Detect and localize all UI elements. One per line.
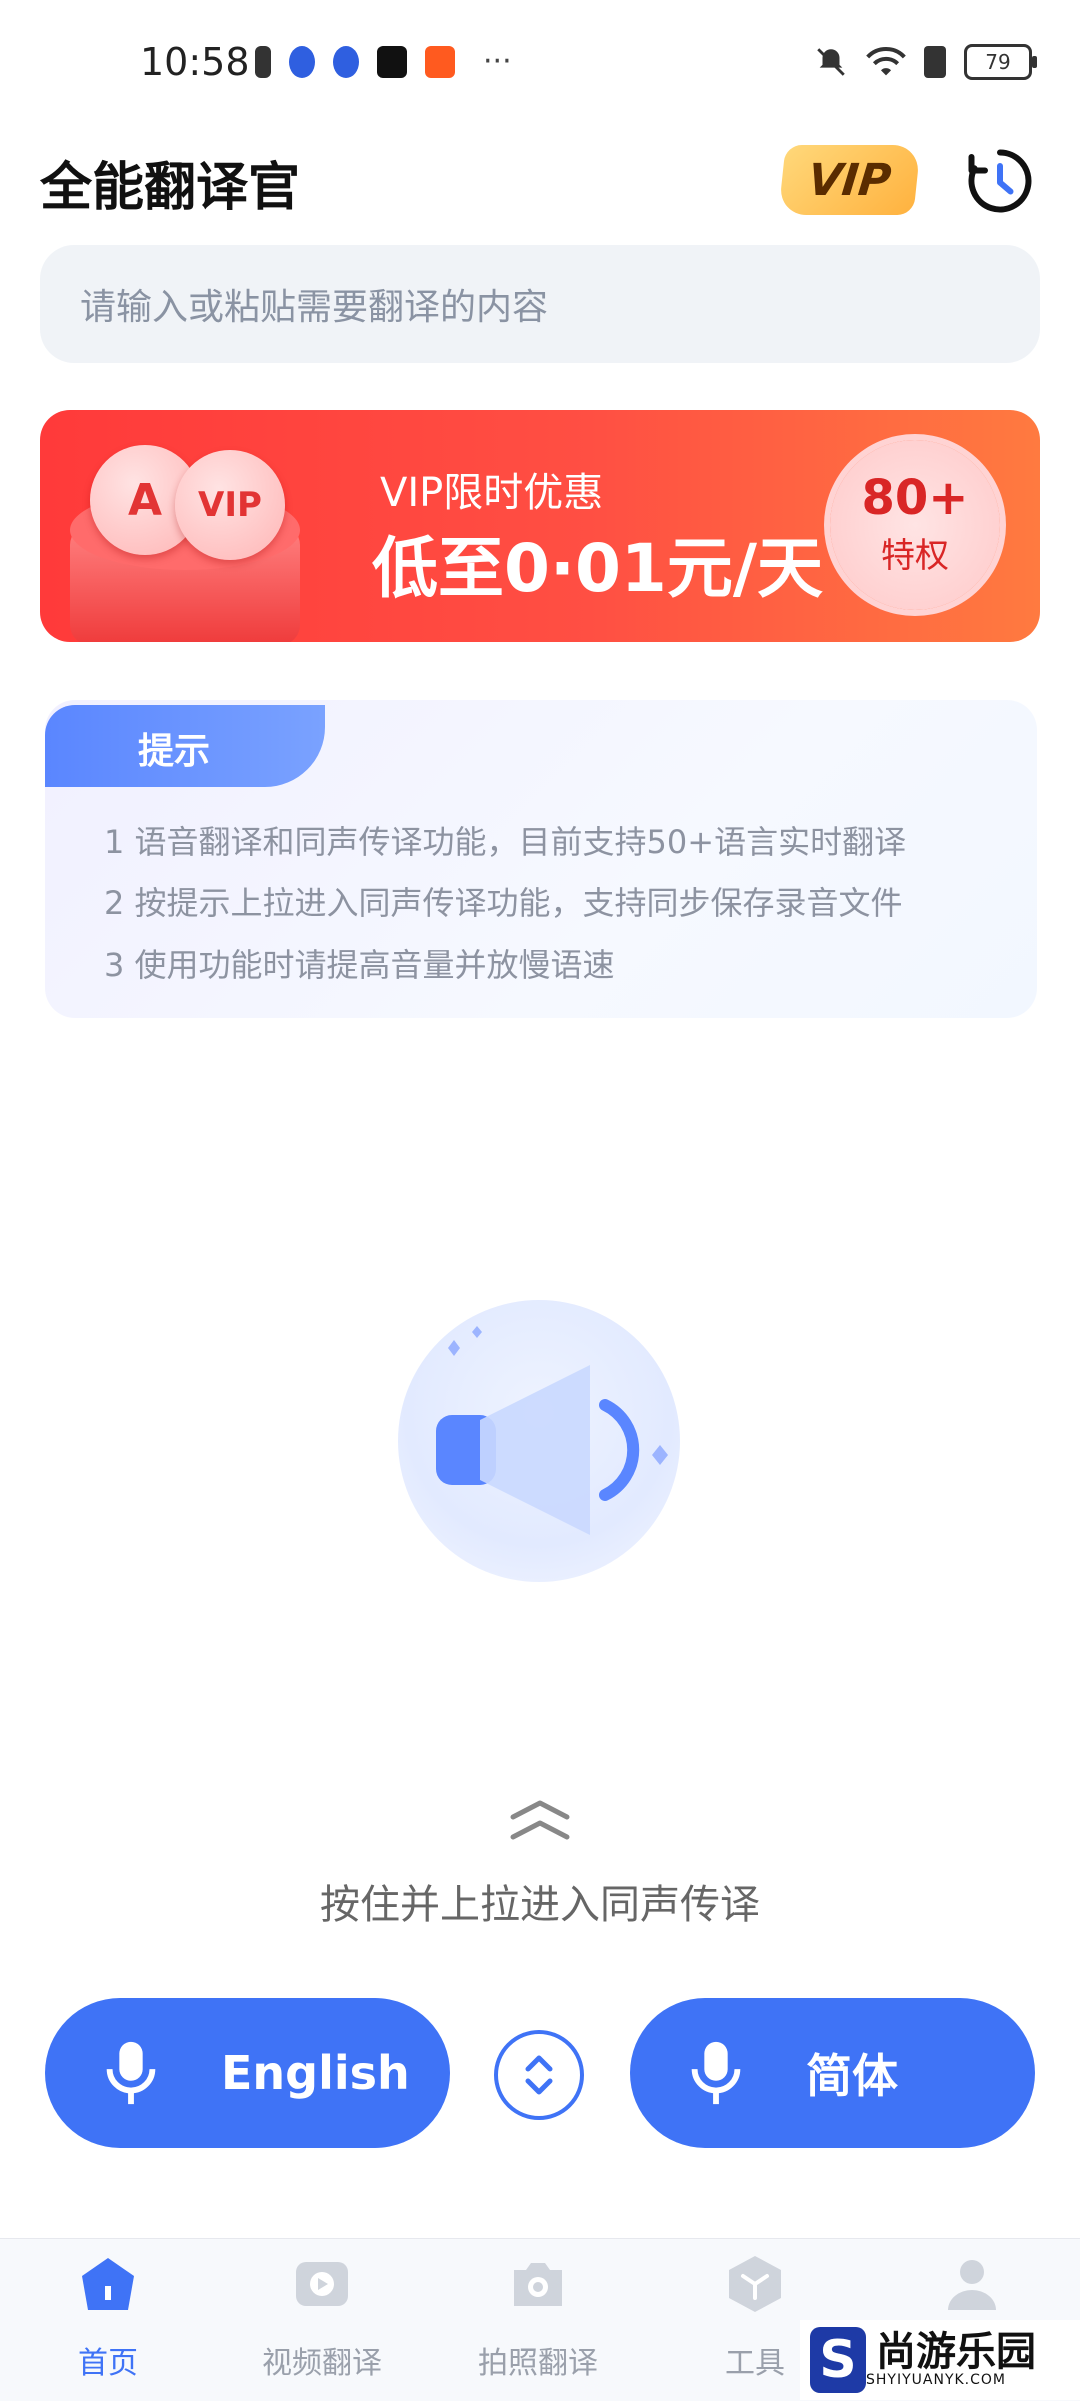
nav-video-translate[interactable]: 视频翻译 — [222, 2252, 422, 2382]
tiktok-notification-icon — [377, 45, 407, 78]
camera-icon — [514, 2263, 562, 2306]
tips-title: 提示 — [138, 731, 211, 772]
status-time: 10:58 — [140, 40, 250, 84]
status-system-icons: 79 — [814, 44, 1037, 80]
nav-label: 拍照翻译 — [478, 2346, 598, 2381]
history-button[interactable] — [964, 145, 1036, 217]
history-icon — [968, 149, 1032, 213]
privilege-label: 特权 — [881, 535, 949, 576]
status-notification-icons: ··· — [255, 44, 512, 79]
tip-item: 2 按提示上拉进入同声传译功能，支持同步保存录音文件 — [104, 884, 903, 922]
watermark-logo: S 尚游乐园 SHYIYUANYK.COM — [800, 2320, 1080, 2400]
more-notifications-icon: ··· — [483, 44, 512, 79]
baidu-notification-icon — [333, 45, 359, 78]
mute-bell-icon — [817, 48, 845, 76]
tip-item: 1 语音翻译和同声传译功能，目前支持50+语言实时翻译 — [104, 823, 907, 861]
taobao-notification-icon — [425, 45, 455, 78]
vip-promo-banner[interactable]: A VIP VIP限时优惠 低至0·01元/天 80+ 特权 — [40, 410, 1040, 642]
microphone-icon — [106, 2041, 156, 2105]
swap-languages-button[interactable] — [494, 2030, 584, 2120]
watermark-letter: S — [810, 2327, 866, 2393]
tip-item: 3 使用功能时请提高音量并放慢语速 — [104, 946, 615, 984]
home-icon — [82, 2258, 134, 2310]
nav-photo-translate[interactable]: 拍照翻译 — [438, 2252, 638, 2382]
speaker-icon — [436, 1326, 668, 1535]
promo-headline: 低至0·01元/天 — [372, 530, 823, 607]
source-language-label: English — [221, 2046, 410, 2100]
privilege-seal: 80+ 特权 — [830, 440, 1000, 610]
privilege-count: 80+ — [861, 469, 969, 526]
target-language-label: 简体 — [806, 2049, 898, 2103]
swipe-hint-text: 按住并上拉进入同声传译 — [320, 1882, 760, 1928]
vip-coin-icon: VIP — [175, 450, 285, 560]
nav-label: 首页 — [78, 2346, 138, 2381]
swipe-up-icon — [510, 1800, 570, 1840]
target-language-mic-button[interactable]: 简体 — [630, 1998, 1035, 2148]
microphone-icon — [691, 2041, 741, 2105]
promo-subtitle: VIP限时优惠 — [380, 470, 604, 516]
translate-input[interactable]: 请输入或粘贴需要翻译的内容 — [40, 245, 1040, 363]
battery-icon: 79 — [964, 44, 1037, 80]
video-icon — [296, 2262, 348, 2306]
watermark-name: 尚游乐园 — [876, 2329, 1036, 2375]
battery-level: 79 — [985, 50, 1011, 74]
baidu-notification-icon — [289, 45, 315, 78]
wifi-icon — [866, 47, 906, 76]
swap-icon — [525, 2055, 553, 2095]
profile-icon — [948, 2260, 996, 2310]
nav-home[interactable]: 首页 — [8, 2252, 208, 2382]
tools-icon — [729, 2256, 781, 2312]
nav-label: 视频翻译 — [262, 2346, 382, 2381]
app-title: 全能翻译官 — [40, 158, 301, 218]
vip-button[interactable]: VIP — [778, 145, 921, 215]
source-language-mic-button[interactable]: English — [45, 1998, 450, 2148]
alert-notification-icon — [255, 45, 271, 78]
signal-alert-icon — [924, 46, 946, 78]
